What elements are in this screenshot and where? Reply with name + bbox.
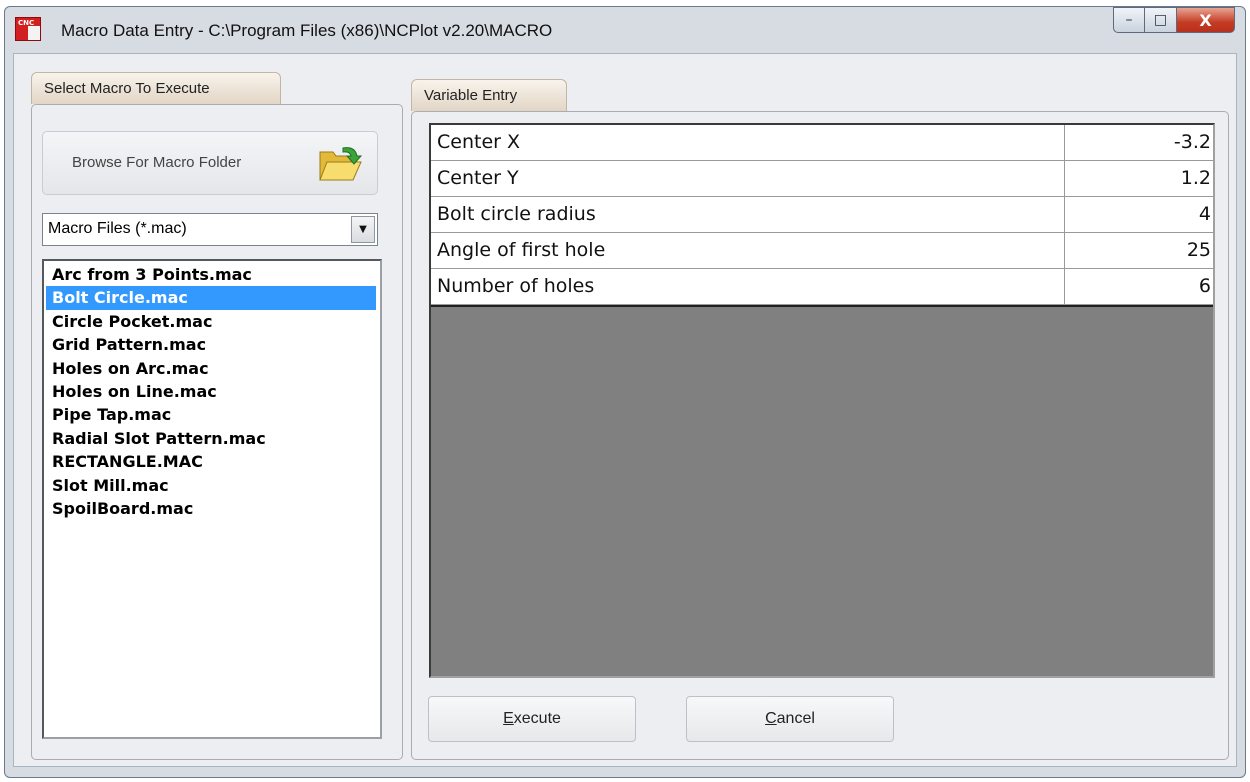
execute-label: xecute xyxy=(513,710,561,727)
variable-value-input[interactable]: 1.2 xyxy=(1065,161,1213,196)
variable-grid[interactable]: Center X -3.2 Center Y 1.2 Bolt circle r… xyxy=(429,123,1215,678)
list-item[interactable]: Holes on Arc.mac xyxy=(46,357,376,380)
table-row[interactable]: Center X -3.2 xyxy=(431,125,1213,161)
variable-value-input[interactable]: 25 xyxy=(1065,233,1213,268)
variable-name: Bolt circle radius xyxy=(431,197,1065,232)
variable-name: Angle of first hole xyxy=(431,233,1065,268)
variable-name: Center Y xyxy=(431,161,1065,196)
folder-open-icon xyxy=(319,147,363,181)
table-row[interactable]: Center Y 1.2 xyxy=(431,161,1213,197)
browse-button-label: Browse For Macro Folder xyxy=(72,154,242,171)
app-icon[interactable]: CNC xyxy=(15,17,41,41)
list-item[interactable]: SpoilBoard.mac xyxy=(46,497,376,520)
minimize-button[interactable]: – xyxy=(1113,7,1145,33)
tab-variable-entry[interactable]: Variable Entry xyxy=(411,79,567,111)
variable-name: Center X xyxy=(431,125,1065,160)
list-item[interactable]: RECTANGLE.MAC xyxy=(46,450,376,473)
table-row[interactable]: Number of holes 6 xyxy=(431,269,1213,305)
variable-name: Number of holes xyxy=(431,269,1065,304)
maximize-button[interactable]: □ xyxy=(1145,7,1177,33)
list-item[interactable]: Arc from 3 Points.mac xyxy=(46,263,376,286)
chevron-down-icon: ▼ xyxy=(359,224,367,235)
filter-select-value: Macro Files (*.mac) xyxy=(48,220,187,237)
cancel-label: ancel xyxy=(776,710,815,727)
minimize-icon: – xyxy=(1125,12,1133,28)
list-item[interactable]: Pipe Tap.mac xyxy=(46,403,376,426)
macro-data-entry-window: CNC Macro Data Entry - C:\Program Files … xyxy=(4,6,1246,778)
window-controls: – □ X xyxy=(1113,7,1235,33)
variable-value-input[interactable]: 6 xyxy=(1065,269,1213,304)
window-title: Macro Data Entry - C:\Program Files (x86… xyxy=(61,21,553,40)
tab-select-macro[interactable]: Select Macro To Execute xyxy=(31,72,281,104)
list-item[interactable]: Grid Pattern.mac xyxy=(46,333,376,356)
table-row[interactable]: Angle of first hole 25 xyxy=(431,233,1213,269)
close-icon: X xyxy=(1199,10,1212,30)
close-button[interactable]: X xyxy=(1177,7,1235,33)
list-item[interactable]: Holes on Line.mac xyxy=(46,380,376,403)
table-row[interactable]: Bolt circle radius 4 xyxy=(431,197,1213,233)
browse-for-macro-folder-button[interactable]: Browse For Macro Folder xyxy=(42,131,378,195)
title-bar[interactable]: CNC Macro Data Entry - C:\Program Files … xyxy=(5,7,1245,53)
macro-file-filter-select[interactable]: Macro Files (*.mac) ▼ xyxy=(42,213,378,246)
list-item[interactable]: Circle Pocket.mac xyxy=(46,310,376,333)
cancel-button[interactable]: Cancel xyxy=(686,696,894,742)
macro-file-list[interactable]: Arc from 3 Points.mac Bolt Circle.mac Ci… xyxy=(42,259,382,739)
list-item-selected[interactable]: Bolt Circle.mac xyxy=(46,286,376,310)
cancel-mnemonic: C xyxy=(765,710,777,727)
variable-value-input[interactable]: 4 xyxy=(1065,197,1213,232)
variable-value-input[interactable]: -3.2 xyxy=(1065,125,1213,160)
list-item[interactable]: Radial Slot Pattern.mac xyxy=(46,427,376,450)
client-area: Select Macro To Execute Browse For Macro… xyxy=(13,53,1237,767)
execute-mnemonic: E xyxy=(503,710,514,727)
dropdown-arrow[interactable]: ▼ xyxy=(351,216,375,243)
list-item[interactable]: Slot Mill.mac xyxy=(46,474,376,497)
grid-divider xyxy=(431,305,1213,307)
select-macro-panel: Browse For Macro Folder Macro Files (*.m… xyxy=(31,104,403,760)
execute-button[interactable]: Execute xyxy=(428,696,636,742)
maximize-icon: □ xyxy=(1153,12,1168,28)
